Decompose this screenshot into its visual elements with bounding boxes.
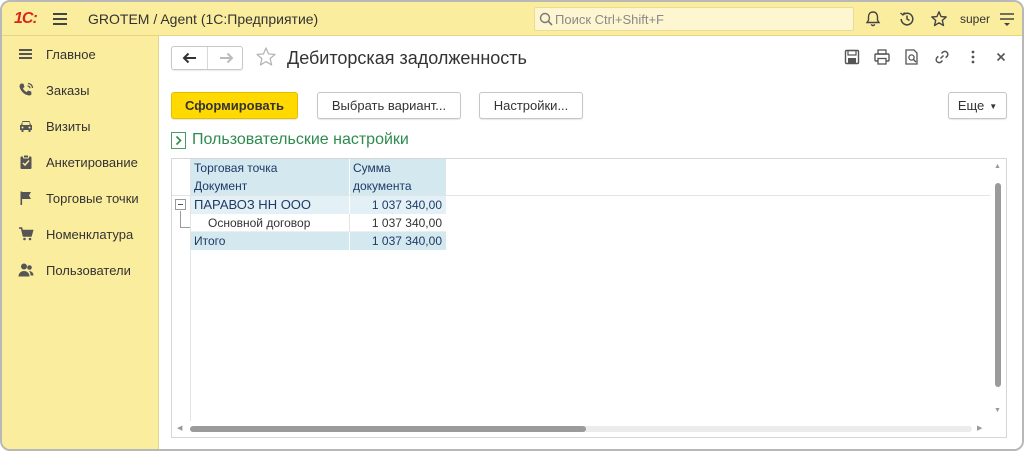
group-row-amount[interactable]: 1 037 340,00 [349, 196, 446, 214]
sidebar-item-surveys[interactable]: Анкетирование [2, 147, 158, 177]
scroll-up-icon[interactable]: ▲ [994, 163, 1001, 170]
header-text: Торговая точка [194, 161, 278, 175]
favorites-star-icon[interactable] [930, 10, 948, 28]
column-header-outlet: Торговая точка [191, 159, 349, 177]
top-bar: 1С: GROTEM / Agent (1С:Предприятие) supe… [2, 2, 1022, 36]
page-title: Дебиторская задолженность [287, 48, 527, 68]
sidebar-item-label: Пользователи [46, 263, 131, 278]
sidebar-item-main[interactable]: Главное [2, 39, 158, 69]
forward-button[interactable] [208, 47, 244, 69]
search-box[interactable] [534, 7, 854, 31]
horizontal-scroll-thumb[interactable] [190, 426, 586, 432]
phone-icon [18, 82, 34, 98]
chevron-right-icon [171, 132, 186, 149]
sidebar-item-outlets[interactable]: Торговые точки [2, 183, 158, 213]
scroll-left-icon[interactable]: ◀ [177, 424, 182, 432]
generate-button[interactable]: Сформировать [171, 92, 298, 119]
sidebar-item-label: Торговые точки [46, 191, 139, 206]
back-button[interactable] [172, 47, 208, 69]
link-icon[interactable] [933, 48, 951, 66]
app-logo: 1С: [14, 10, 38, 27]
tree-line [180, 211, 181, 227]
settings-button[interactable]: Настройки... [479, 92, 583, 119]
sidebar-item-users[interactable]: Пользователи [2, 255, 158, 285]
app-title: GROTEM / Agent (1С:Предприятие) [88, 11, 319, 27]
main-menu-icon[interactable] [53, 13, 67, 25]
sidebar-item-visits[interactable]: Визиты [2, 111, 158, 141]
sidebar-item-label: Анкетирование [46, 155, 138, 170]
report-spreadsheet[interactable]: Торговая точка Документ Сумма документа … [171, 158, 1007, 438]
preview-icon[interactable] [903, 48, 921, 66]
flag-icon [18, 190, 34, 206]
user-name[interactable]: super [960, 12, 990, 26]
users-icon [18, 262, 34, 278]
group-row-name[interactable]: ПАРАВОЗ НН ООО [191, 196, 349, 214]
header-text: документа [353, 179, 412, 193]
save-icon[interactable] [843, 48, 861, 66]
collapse-group-icon[interactable] [175, 199, 186, 210]
detail-row-name[interactable]: Основной договор [191, 214, 349, 232]
dropdown-caret-icon: ▼ [989, 102, 998, 112]
column-header-amount: Сумма [349, 159, 446, 177]
history-icon[interactable] [898, 10, 916, 28]
header-text: Документ [194, 179, 248, 193]
scroll-down-icon[interactable]: ▼ [994, 407, 1001, 414]
close-icon[interactable] [992, 48, 1010, 66]
main-panel: Дебиторская задолженность Сформировать В… [158, 36, 1022, 449]
settings-menu-icon[interactable] [998, 10, 1016, 28]
bell-icon[interactable] [864, 10, 882, 28]
more-button-label: Еще [957, 98, 985, 113]
detail-row-amount[interactable]: 1 037 340,00 [349, 214, 446, 232]
more-actions-icon[interactable] [964, 48, 982, 66]
car-icon [18, 118, 34, 134]
navigation-buttons [171, 46, 243, 70]
tree-line [180, 227, 190, 228]
sidebar-item-label: Номенклатура [46, 227, 134, 242]
horizontal-scrollbar[interactable]: ◀ ▶ [172, 421, 990, 437]
choose-variant-button[interactable]: Выбрать вариант... [317, 92, 461, 119]
menu-lines-icon [18, 46, 34, 62]
search-input[interactable] [555, 11, 847, 27]
user-settings-label: Пользовательские настройки [192, 131, 409, 148]
clipboard-icon [18, 154, 34, 170]
vertical-scroll-thumb[interactable] [995, 183, 1001, 387]
print-icon[interactable] [873, 48, 891, 66]
sidebar: Главное Заказы Визиты Анкетирование Торг… [2, 36, 158, 449]
sidebar-item-label: Визиты [46, 119, 91, 134]
sidebar-item-products[interactable]: Номенклатура [2, 219, 158, 249]
vertical-scrollbar[interactable]: ▲ ▼ [990, 159, 1006, 421]
cart-icon [18, 226, 34, 242]
search-icon [539, 12, 553, 29]
header-text: Сумма [353, 161, 391, 175]
total-row-amount[interactable]: 1 037 340,00 [349, 232, 446, 250]
add-to-favorites-icon[interactable] [255, 46, 277, 68]
app-window: 1С: GROTEM / Agent (1С:Предприятие) supe… [0, 0, 1024, 451]
sidebar-item-orders[interactable]: Заказы [2, 75, 158, 105]
sidebar-item-label: Заказы [46, 83, 90, 98]
more-button[interactable]: Еще ▼ [948, 92, 1007, 119]
scroll-right-icon[interactable]: ▶ [977, 424, 982, 432]
column-header-document: Документ [191, 177, 349, 195]
sidebar-item-label: Главное [46, 47, 96, 62]
total-row-name[interactable]: Итого [191, 232, 349, 250]
column-header-amount-2: документа [349, 177, 446, 195]
